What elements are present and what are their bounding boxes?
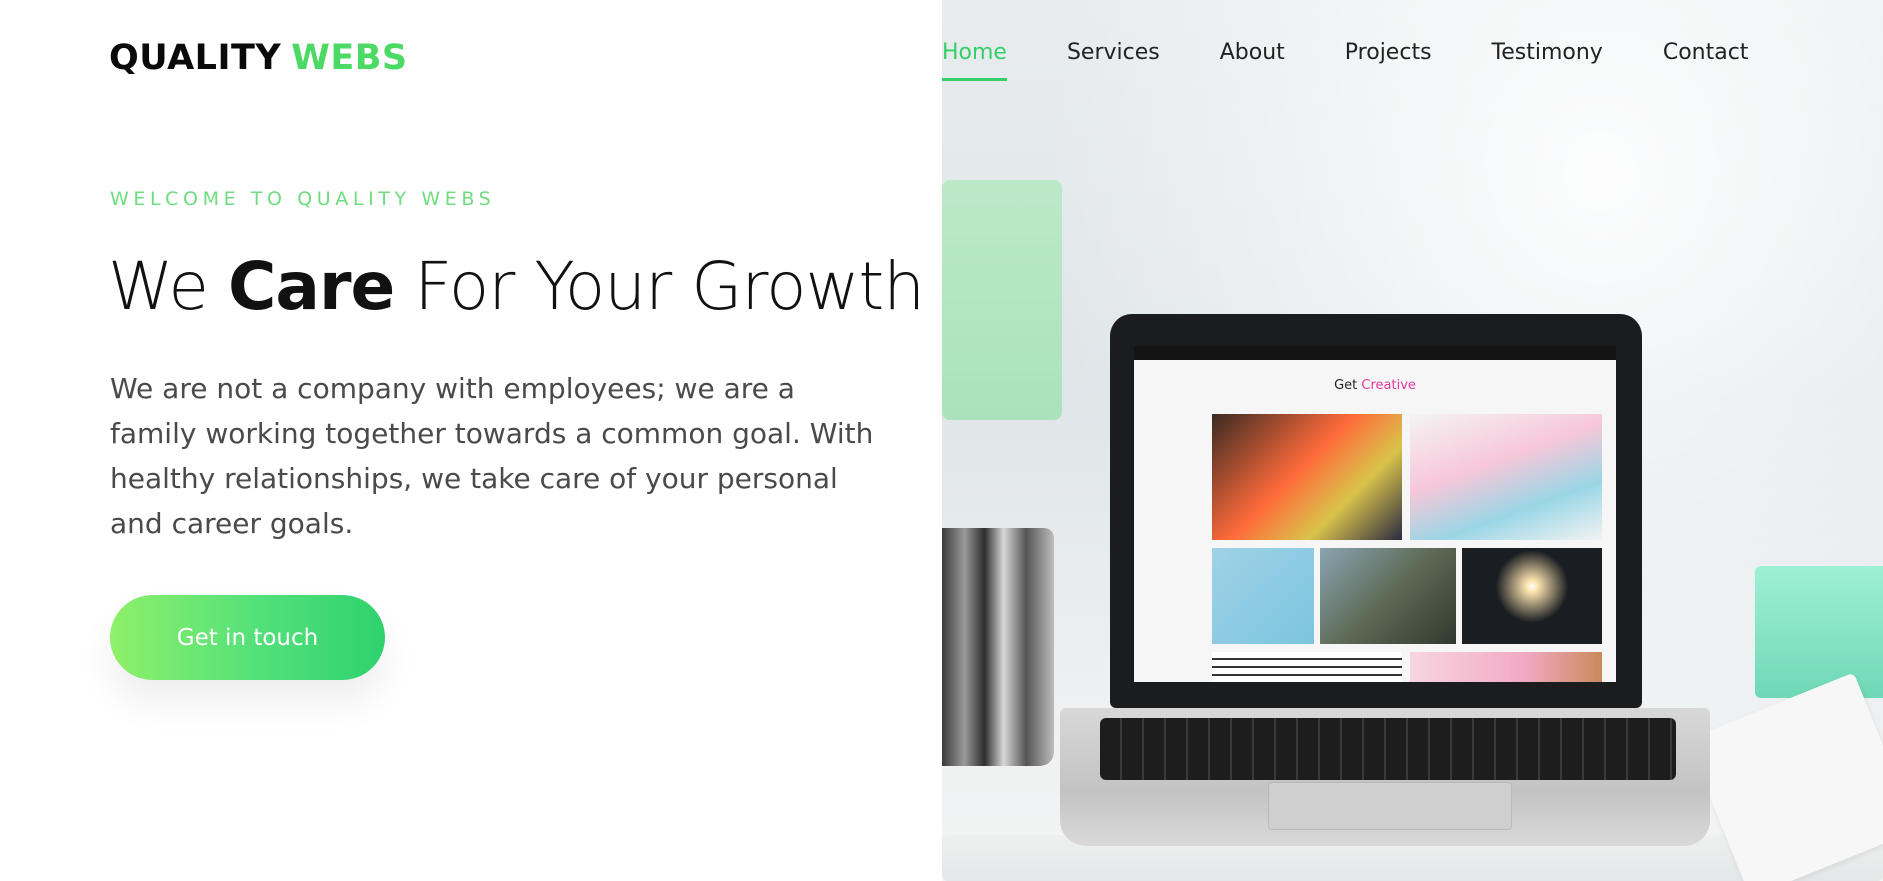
- laptop-screen-image: Get Creative: [1134, 346, 1616, 682]
- screen-tile-flowers: [1410, 652, 1602, 682]
- content-panel: QUALITY WEBS WELCOME TO QUALITY WEBS We C…: [0, 0, 942, 881]
- screen-title: Get Creative: [1134, 378, 1616, 393]
- teal-box-image: [1755, 566, 1883, 698]
- headline-after: For Your Growth: [394, 248, 925, 325]
- brand-name-part2: WEBS: [291, 38, 408, 78]
- screen-tile-love: [1462, 548, 1602, 644]
- hero-description: We are not a company with employees; we …: [110, 372, 874, 540]
- screen-tile-note: [1212, 548, 1314, 644]
- hero-image: Get Creative: [942, 0, 1883, 881]
- screen-topbar: [1134, 346, 1616, 360]
- brand-name-part1: QUALITY: [109, 38, 282, 78]
- nav-projects[interactable]: Projects: [1345, 40, 1432, 80]
- headline-before: We: [108, 248, 228, 325]
- brand-logo[interactable]: QUALITY WEBS: [109, 38, 408, 78]
- nav-contact[interactable]: Contact: [1663, 40, 1749, 80]
- nav-home[interactable]: Home: [942, 40, 1007, 81]
- screen-title-accent: Creative: [1361, 378, 1416, 393]
- headline-emphasis: Care: [227, 248, 395, 325]
- nav-testimony[interactable]: Testimony: [1492, 40, 1603, 80]
- screen-title-before: Get: [1334, 378, 1362, 393]
- hero-headline: We Care For Your Growth: [108, 248, 925, 325]
- screen-tile-girls: [1410, 414, 1602, 540]
- nav-services[interactable]: Services: [1067, 40, 1160, 80]
- main-nav: Home Services About Projects Testimony C…: [942, 40, 1749, 81]
- screen-tile-cafe: [1320, 548, 1456, 644]
- keyboard-image: [1100, 718, 1676, 780]
- steel-mug-image: [942, 528, 1054, 766]
- hero-eyebrow: WELCOME TO QUALITY WEBS: [110, 188, 496, 210]
- green-cup-image: [942, 180, 1062, 420]
- get-in-touch-button[interactable]: Get in touch: [110, 595, 385, 680]
- screen-tile-fence: [1212, 652, 1402, 682]
- screen-tile-party: [1212, 414, 1402, 540]
- trackpad-image: [1268, 782, 1512, 830]
- nav-about[interactable]: About: [1220, 40, 1285, 80]
